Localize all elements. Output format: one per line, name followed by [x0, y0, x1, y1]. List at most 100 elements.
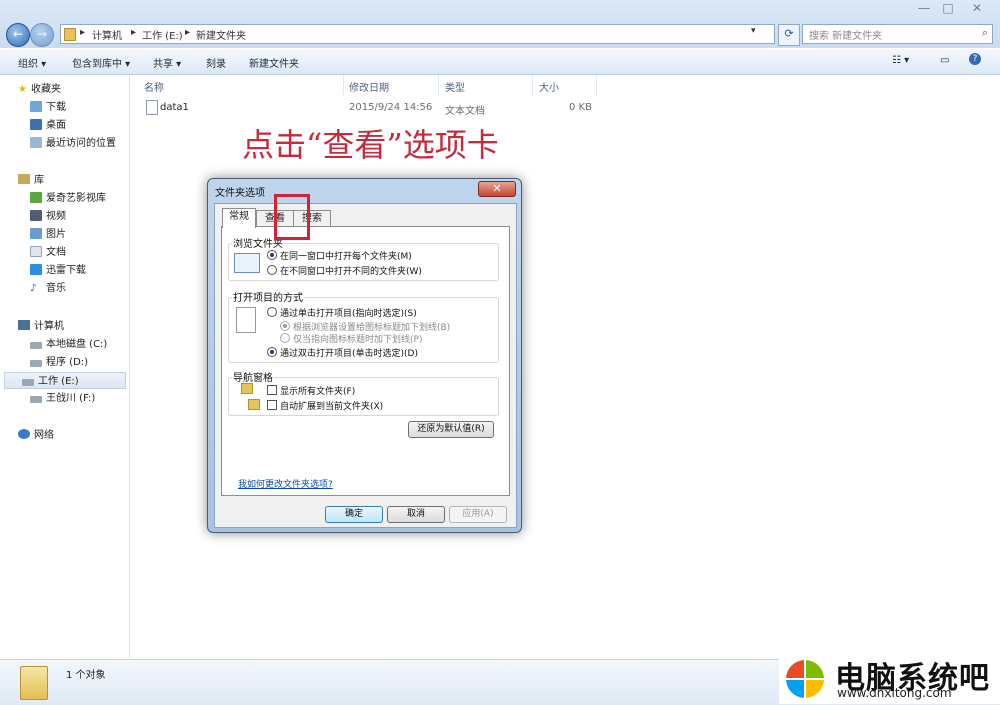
back-button[interactable]: ← [6, 23, 30, 47]
document-icon [30, 246, 42, 257]
dialog-title: 文件夹选项 [215, 188, 265, 199]
open-items-label: 打开项目的方式 [232, 289, 304, 304]
network-icon [18, 429, 30, 439]
back-arrow-icon: ← [12, 27, 24, 41]
file-size: 0 KB [569, 102, 592, 113]
breadcrumb-drive-e[interactable]: 工作 (E:) [142, 27, 183, 42]
nav-item-iqiyi[interactable]: 爱奇艺影视库 [30, 190, 135, 207]
file-date: 2015/9/24 14:56 [349, 102, 433, 113]
nav-item-thunder[interactable]: 迅雷下载 [30, 262, 135, 279]
search-input[interactable]: 搜索 新建文件夹 ⌕ [802, 24, 993, 44]
nav-item-downloads[interactable]: 下载 [30, 99, 135, 116]
music-icon: ♪ [30, 283, 37, 294]
nav-drive-c[interactable]: 本地磁盘 (C:) [30, 336, 135, 353]
nav-item-videos[interactable]: 视频 [30, 208, 135, 225]
navigation-pane: ★ 收藏夹 下载 桌面 最近访问的位置 库 爱奇艺影视库 视频 图片 文档 迅雷下… [0, 75, 130, 658]
column-header-size[interactable]: 大小 [539, 79, 559, 94]
watermark: 电脑系统吧 www.dnxitong.com [779, 655, 1000, 704]
checkbox-auto-expand[interactable]: 自动扩展到当前文件夹(X) [267, 399, 383, 412]
folder-options-dialog: 文件夹选项 ✕ 常规 查看 搜索 浏览文件夹 在同一窗口中打开每个文件夹(M) … [207, 178, 522, 533]
file-name: data1 [160, 102, 189, 113]
column-header-name[interactable]: 名称 [144, 79, 164, 94]
text-file-icon [146, 100, 158, 115]
breadcrumb-sep: ▸ [80, 27, 86, 38]
new-folder-button[interactable]: 新建文件夹 [249, 55, 299, 70]
click-document-icon [236, 307, 256, 333]
include-in-library-menu[interactable]: 包含到库中 ▾ [72, 55, 130, 70]
nav-item-documents[interactable]: 文档 [30, 244, 135, 261]
close-window-button[interactable]: ✕ [962, 0, 992, 18]
dialog-body: 常规 查看 搜索 浏览文件夹 在同一窗口中打开每个文件夹(M) 在不同窗口中打开… [214, 203, 517, 528]
radio-single-click[interactable]: 通过单击打开项目(指向时选定)(S) [267, 306, 417, 319]
preview-pane-icon[interactable]: ▭ [940, 55, 949, 66]
instruction-caption: 点击“查看”选项卡 [242, 126, 499, 164]
nav-computer[interactable]: 计算机 [18, 318, 64, 335]
apply-button[interactable]: 应用(A) [449, 506, 507, 523]
share-menu[interactable]: 共享 ▾ [153, 55, 181, 70]
folder-icon [64, 28, 76, 41]
ok-button[interactable]: 确定 [325, 506, 383, 523]
nav-drive-d[interactable]: 程序 (D:) [30, 354, 135, 371]
column-divider[interactable] [596, 75, 597, 95]
thunder-download-icon [30, 264, 42, 275]
radio-new-window[interactable]: 在不同窗口中打开不同的文件夹(W) [267, 264, 422, 277]
library-icon [18, 174, 30, 184]
help-link[interactable]: 我如何更改文件夹选项? [238, 477, 333, 490]
desktop-icon [30, 119, 42, 130]
refresh-button[interactable]: ⟳ [778, 24, 800, 46]
address-dropdown-icon[interactable]: ▾ [751, 26, 756, 36]
drive-icon [30, 396, 42, 403]
item-count: 1 个对象 [66, 670, 106, 681]
radio-same-window[interactable]: 在同一窗口中打开每个文件夹(M) [267, 249, 412, 262]
cancel-button[interactable]: 取消 [387, 506, 445, 523]
nav-favorites[interactable]: ★ 收藏夹 [18, 81, 61, 98]
computer-icon [18, 320, 30, 330]
nav-item-pictures[interactable]: 图片 [30, 226, 135, 243]
folder-tree-icon [248, 399, 260, 410]
title-bar: — □ ✕ ← → ▸ 计算机 ▸ 工作 (E:) ▸ 新建文件夹 ▾ ⟳ 搜索… [0, 0, 1000, 48]
nav-drive-f[interactable]: 王戗川 (F:) [30, 390, 135, 407]
iqiyi-library-icon [30, 192, 42, 203]
refresh-icon: ⟳ [784, 27, 794, 40]
help-icon[interactable]: ? [969, 53, 981, 65]
column-divider[interactable] [343, 75, 344, 95]
column-divider[interactable] [532, 75, 533, 95]
checkbox-show-all-folders[interactable]: 显示所有文件夹(F) [267, 384, 355, 397]
file-type: 文本文档 [445, 106, 485, 117]
search-icon: ⌕ [981, 26, 988, 39]
general-tab-panel: 浏览文件夹 在同一窗口中打开每个文件夹(M) 在不同窗口中打开不同的文件夹(W)… [221, 226, 510, 496]
column-divider[interactable] [438, 75, 439, 95]
video-icon [30, 210, 42, 221]
radio-underline-point[interactable]: 仅当指向图标标题时加下划线(P) [280, 332, 422, 345]
navigation-pane-label: 导航窗格 [232, 369, 274, 384]
breadcrumb-new-folder[interactable]: 新建文件夹 [196, 27, 246, 42]
breadcrumb-sep: ▸ [131, 27, 137, 38]
forward-arrow-icon: → [36, 27, 48, 41]
window-icon [234, 253, 260, 273]
radio-double-click[interactable]: 通过双击打开项目(单击时选定)(D) [267, 346, 418, 359]
nav-item-desktop[interactable]: 桌面 [30, 117, 135, 134]
nav-item-music[interactable]: ♪ 音乐 [30, 280, 135, 297]
column-header-date[interactable]: 修改日期 [349, 79, 389, 94]
address-bar[interactable]: ▸ 计算机 ▸ 工作 (E:) ▸ 新建文件夹 ▾ [60, 24, 775, 44]
file-row[interactable]: data1 2015/9/24 14:56 文本文档 0 KB [138, 98, 598, 117]
restore-defaults-button[interactable]: 还原为默认值(R) [408, 421, 494, 438]
column-header-type[interactable]: 类型 [445, 79, 465, 94]
nav-item-recent[interactable]: 最近访问的位置 [30, 135, 135, 152]
nav-network[interactable]: 网络 [18, 427, 54, 444]
tab-general[interactable]: 常规 [222, 208, 256, 228]
nav-libraries[interactable]: 库 [18, 172, 44, 189]
nav-drive-e[interactable]: 工作 (E:) [4, 372, 126, 389]
view-options-icon[interactable]: ☷ ▾ [892, 55, 909, 66]
forward-button[interactable]: → [30, 23, 54, 47]
breadcrumb-computer[interactable]: 计算机 [92, 27, 122, 42]
minimize-button[interactable]: — [913, 0, 935, 18]
maximize-button[interactable]: □ [937, 0, 959, 18]
close-icon: ✕ [492, 182, 502, 195]
organize-menu[interactable]: 组织 ▾ [18, 55, 46, 70]
burn-button[interactable]: 刻录 [206, 55, 226, 70]
drive-icon [30, 360, 42, 367]
windows-logo-icon [786, 660, 824, 698]
star-icon: ★ [18, 84, 27, 95]
dialog-close-button[interactable]: ✕ [478, 181, 516, 197]
